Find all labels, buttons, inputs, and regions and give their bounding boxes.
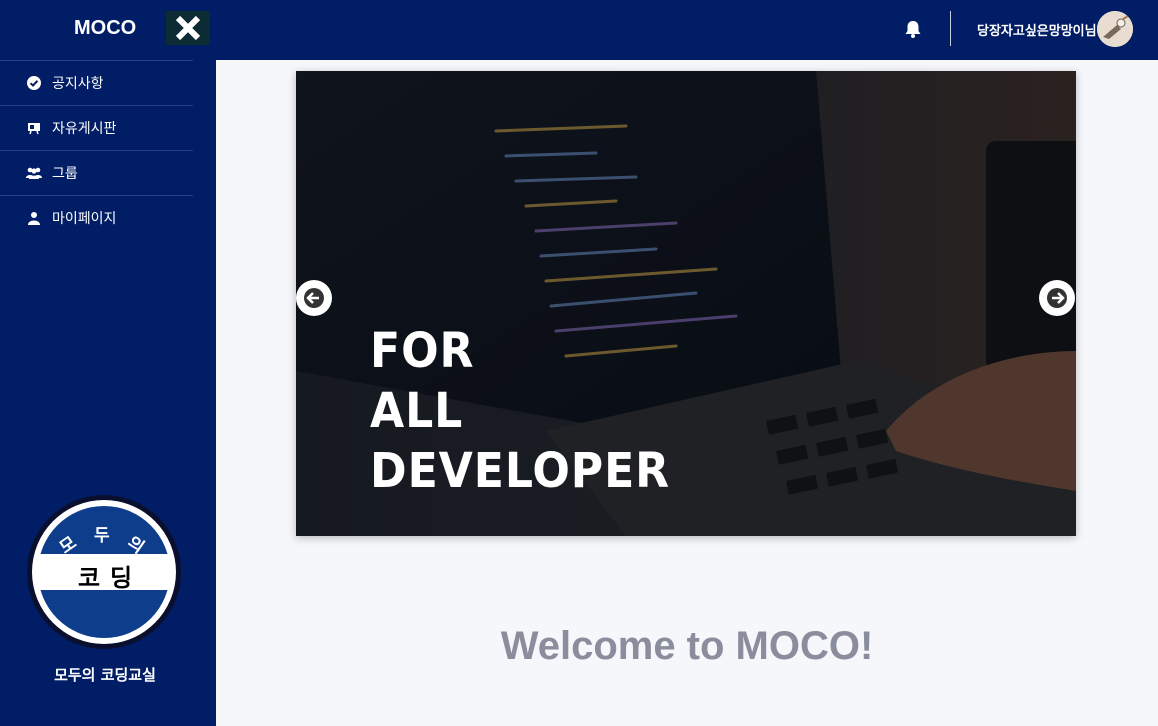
user-icon	[26, 210, 42, 226]
top-bar: MOCO 당장자고싶은망망이님	[0, 0, 1158, 60]
moco-emblem: 모 두 의 코 딩	[26, 494, 182, 650]
sidebar-item-mypage[interactable]: 마이페이지	[0, 195, 193, 240]
arrow-left-icon	[304, 288, 324, 308]
username-label[interactable]: 당장자고싶은망망이님	[977, 20, 1097, 39]
arrow-right-icon	[1047, 288, 1067, 308]
close-sidebar-button[interactable]	[166, 11, 210, 45]
check-circle-icon	[26, 75, 42, 91]
emblem-char-4: 코	[78, 564, 101, 592]
sidebar-item-label: 공지사항	[52, 76, 104, 92]
avatar-image-icon	[1097, 11, 1133, 47]
notification-bell-button[interactable]	[903, 19, 923, 39]
slide-line-1: FOR	[370, 323, 475, 379]
users-icon	[26, 165, 42, 181]
welcome-heading: Welcome to MOCO!	[500, 624, 874, 668]
board-icon	[26, 120, 42, 136]
bell-icon	[905, 21, 921, 38]
slide-line-3: DEVELOPER	[370, 443, 671, 499]
carousel-next-button[interactable]	[1039, 280, 1075, 316]
logo-caption: 모두의 코딩교실	[54, 666, 156, 684]
brand-logo[interactable]: MOCO	[74, 17, 136, 40]
sidebar-item-group[interactable]: 그룹	[0, 150, 193, 195]
sidebar: 공지사항 자유게시판 그룹 마이페이지 모 두 의 코 딩 모두의 코딩교실	[0, 60, 216, 726]
slide-line-2: ALL	[370, 383, 464, 439]
emblem-char-5: 딩	[110, 564, 133, 592]
slide-headline: FOR ALL DEVELOPER	[370, 321, 670, 501]
emblem-char-2: 두	[94, 526, 110, 546]
sidebar-item-notice[interactable]: 공지사항	[0, 60, 193, 105]
header-divider	[950, 11, 951, 46]
sidebar-item-board[interactable]: 자유게시판	[0, 105, 193, 150]
close-icon	[175, 15, 201, 41]
sidebar-item-label: 자유게시판	[52, 121, 117, 137]
carousel-prev-button[interactable]	[296, 280, 332, 316]
hero-carousel[interactable]: FOR ALL DEVELOPER	[296, 71, 1076, 536]
sidebar-item-label: 그룹	[52, 166, 78, 182]
sidebar-item-label: 마이페이지	[52, 211, 117, 227]
avatar[interactable]	[1097, 11, 1133, 47]
